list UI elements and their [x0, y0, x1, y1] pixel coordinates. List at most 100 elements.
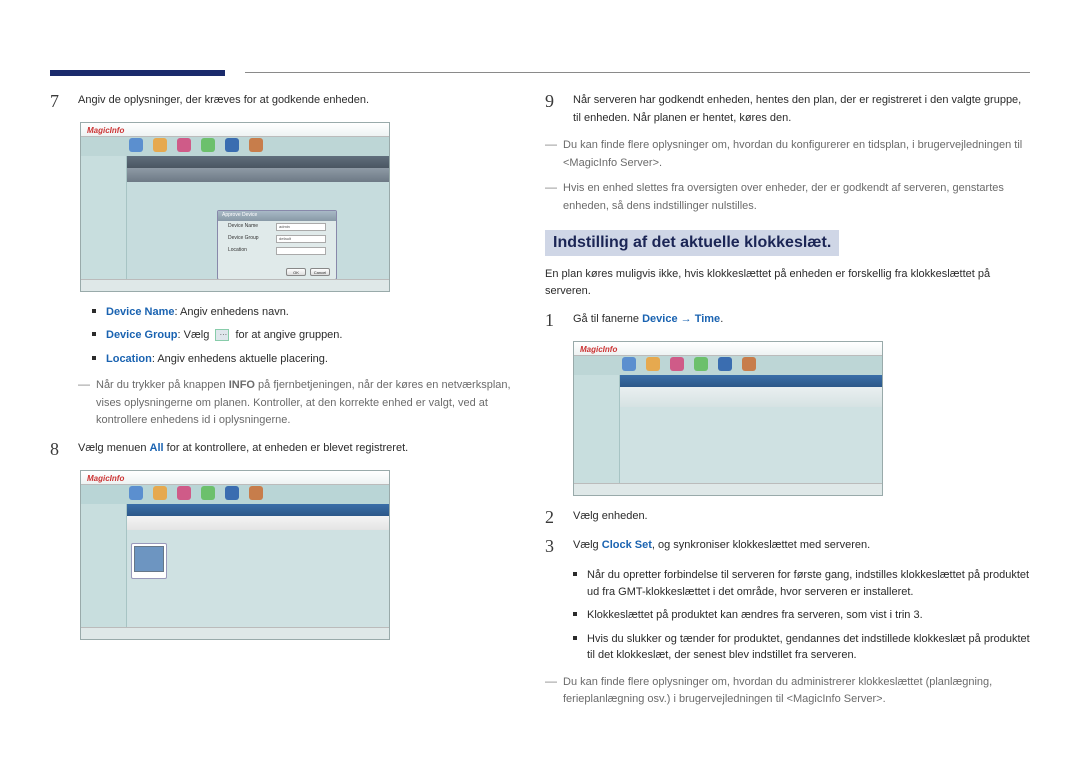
dlg-input: default: [276, 235, 326, 243]
screenshot-all-menu: MagicInfo: [80, 470, 390, 640]
nav-icon: [718, 357, 732, 371]
ss-toolbar: [127, 516, 389, 530]
device-tab: Device: [642, 313, 677, 325]
ss-toolbar: [620, 387, 882, 407]
right-column: 9 Når serveren har godkendt enheden, hen…: [545, 92, 1030, 717]
nav-icon: [742, 357, 756, 371]
step-number: 1: [545, 311, 573, 331]
ss-footer: [574, 483, 882, 495]
note-text: Hvis en enhed slettes fra oversigten ove…: [563, 180, 1030, 215]
bullet-dot-icon: [92, 332, 96, 336]
note-text: Når du trykker på knappen INFO på fjernb…: [96, 377, 515, 430]
ss-topbar: [81, 471, 389, 485]
ss-sidebar: [81, 504, 127, 627]
nav-icon: [225, 138, 239, 152]
arrow-icon: →: [678, 313, 695, 325]
nav-icon: [225, 486, 239, 500]
info-button-label: INFO: [229, 379, 255, 391]
bullet-dot-icon: [573, 612, 577, 616]
bullet-dot-icon: [92, 309, 96, 313]
step-number: 7: [50, 92, 78, 112]
ss-toolbar: [127, 168, 389, 182]
nav-icon: [694, 357, 708, 371]
dialog-title: Approve Device: [218, 211, 336, 221]
bullet-text: Klokkeslættet på produktet kan ændres fr…: [587, 607, 923, 624]
ss-footer: [81, 279, 389, 291]
step-2: 2 Vælg enheden.: [545, 508, 1030, 528]
left-column: 7 Angiv de oplysninger, der kræves for a…: [50, 92, 515, 652]
ss-nav-icons: [129, 138, 263, 152]
note: ― Når du trykker på knappen INFO på fjer…: [78, 377, 515, 430]
rest: : Angiv enhedens navn.: [175, 306, 289, 318]
dash-icon: ―: [545, 180, 563, 196]
bullet-dot-icon: [92, 356, 96, 360]
nav-icon: [177, 138, 191, 152]
bullet-text: Når du opretter forbindelse til serveren…: [587, 567, 1030, 600]
nav-icon: [249, 138, 263, 152]
dlg-label: Device Group: [228, 235, 259, 243]
bullet-item: Klokkeslættet på produktet kan ændres fr…: [573, 607, 1030, 624]
bullet-text: Device Group: Vælg for at angive gruppen…: [106, 327, 342, 344]
step-8: 8 Vælg menuen All for at kontrollere, at…: [50, 440, 515, 460]
label: Device Name: [106, 306, 175, 318]
dlg-label: Device Name: [228, 223, 258, 231]
rest: : Angiv enhedens aktuelle placering.: [152, 353, 328, 365]
intro-text: En plan køres muligvis ikke, hvis klokke…: [545, 266, 1030, 301]
time-tab: Time: [695, 313, 720, 325]
note: ― Du kan finde flere oplysninger om, hvo…: [545, 674, 1030, 709]
device-thumbnail: [134, 546, 164, 572]
header-rule: [245, 72, 1030, 73]
step-3: 3 Vælg Clock Set, og synkroniser klokkes…: [545, 537, 1030, 557]
ss-logo: MagicInfo: [580, 345, 617, 354]
nav-icon: [646, 357, 660, 371]
nav-icon: [129, 486, 143, 500]
step-text: Vælg enheden.: [573, 508, 1030, 526]
rest: for at angive gruppen.: [235, 329, 342, 341]
step-7: 7 Angiv de oplysninger, der kræves for a…: [50, 92, 515, 112]
bullet-text: Hvis du slukker og tænder for produktet,…: [587, 631, 1030, 664]
nav-icon: [201, 138, 215, 152]
all-menu-label: All: [150, 442, 164, 454]
bullet-list: Når du opretter forbindelse til serveren…: [573, 567, 1030, 664]
step-text: Gå til fanerne Device → Time.: [573, 311, 1030, 329]
step-text: Vælg Clock Set, og synkroniser klokkeslæ…: [573, 537, 1030, 555]
note-text: Du kan finde flere oplysninger om, hvord…: [563, 674, 1030, 709]
ss-topbar: [574, 342, 882, 356]
label: Device Group: [106, 329, 178, 341]
approve-dialog: Approve Device Device Name admin Device G…: [217, 210, 337, 280]
step-number: 2: [545, 508, 573, 528]
dialog-cancel: Cancel: [310, 268, 330, 276]
dlg-input: [276, 247, 326, 255]
bullet-item: Location: Angiv enhedens aktuelle placer…: [92, 351, 515, 368]
step-number: 8: [50, 440, 78, 460]
ss-nav-icons: [622, 357, 756, 371]
dlg-input: admin: [276, 223, 326, 231]
bullet-text: Device Name: Angiv enhedens navn.: [106, 304, 289, 321]
device-card: [131, 543, 167, 579]
dash-icon: ―: [545, 137, 563, 153]
bullet-list: Device Name: Angiv enhedens navn. Device…: [92, 304, 515, 368]
ss-main: [127, 530, 389, 627]
ss-topbar: [81, 123, 389, 137]
note: ― Du kan finde flere oplysninger om, hvo…: [545, 137, 1030, 172]
ss-main: Approve Device Device Name admin Device G…: [127, 182, 389, 279]
bullet-item: Når du opretter forbindelse til serveren…: [573, 567, 1030, 600]
ss-sidebar: [574, 375, 620, 483]
dash-icon: ―: [545, 674, 563, 690]
bullet-text: Location: Angiv enhedens aktuelle placer…: [106, 351, 328, 368]
note: ― Hvis en enhed slettes fra oversigten o…: [545, 180, 1030, 215]
nav-icon: [153, 486, 167, 500]
ss-logo: MagicInfo: [87, 474, 124, 483]
bullet-dot-icon: [573, 636, 577, 640]
dash-icon: ―: [78, 377, 96, 393]
step-9: 9 Når serveren har godkendt enheden, hen…: [545, 92, 1030, 127]
nav-icon: [201, 486, 215, 500]
ss-sidebar: [81, 156, 127, 279]
mid: : Vælg: [178, 329, 210, 341]
ss-nav-icons: [129, 486, 263, 500]
step-number: 3: [545, 537, 573, 557]
label: Location: [106, 353, 152, 365]
step-number: 9: [545, 92, 573, 112]
step-text: Angiv de oplysninger, der kræves for at …: [78, 92, 515, 110]
ss-footer: [81, 627, 389, 639]
